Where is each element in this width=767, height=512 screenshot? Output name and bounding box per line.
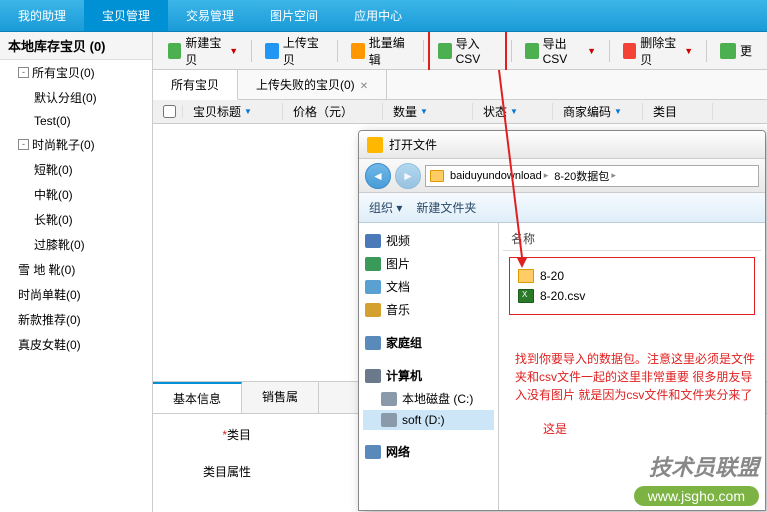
tree-item[interactable]: 短靴(0) — [0, 157, 152, 182]
tree-item[interactable]: 新款推荐(0) — [0, 307, 152, 332]
tree-item[interactable]: 长靴(0) — [0, 207, 152, 232]
col-title[interactable]: 宝贝标题▼ — [183, 103, 283, 120]
dialog-titlebar: 打开文件 — [359, 131, 765, 159]
address-bar[interactable]: baiduyundownload▸ 8-20数据包▸ — [425, 165, 759, 187]
dialog-tree-item[interactable]: 图片 — [363, 252, 494, 275]
column-headers: 宝贝标题▼ 价格（元） 数量▼ 状态▼ 商家编码▼ 类目 — [153, 100, 767, 124]
more-button[interactable]: 更 — [711, 37, 761, 64]
label-category-attr: 类目属性 — [171, 463, 251, 480]
tree-item[interactable]: 时尚单鞋(0) — [0, 282, 152, 307]
dialog-tree-item[interactable]: 家庭组 — [363, 331, 494, 354]
dialog-tree-item[interactable]: 本地磁盘 (C:) — [363, 387, 494, 410]
folder-icon — [367, 137, 383, 153]
dialog-tree-item[interactable]: 文档 — [363, 275, 494, 298]
label-category: *类目 — [171, 426, 251, 443]
toolbar: 新建宝贝▼ 上传宝贝 批量编辑 导入CSV 导出CSV▼ 删除宝贝▼ 更 — [153, 32, 767, 70]
watermark-url: www.jsgho.com — [634, 486, 759, 506]
nav-trade[interactable]: 交易管理 — [168, 0, 252, 31]
back-button[interactable]: ◄ — [365, 163, 391, 189]
tree-item[interactable]: -时尚靴子(0) — [0, 132, 152, 157]
detail-tab-basic[interactable]: 基本信息 — [153, 382, 242, 413]
folder-icon — [430, 170, 444, 182]
tree-item[interactable]: 默认分组(0) — [0, 85, 152, 110]
annotation-text-2: 这是 — [543, 420, 567, 437]
tree-item[interactable]: 雪 地 靴(0) — [0, 257, 152, 282]
tree-item[interactable]: 中靴(0) — [0, 182, 152, 207]
dialog-tree-item[interactable]: soft (D:) — [363, 410, 494, 430]
nav-assistant[interactable]: 我的助理 — [0, 0, 84, 31]
select-all-checkbox[interactable] — [163, 105, 176, 118]
export-csv-button[interactable]: 导出CSV▼ — [516, 32, 605, 71]
import-csv-button[interactable]: 导入CSV — [428, 32, 508, 72]
dialog-tree-item[interactable]: 音乐 — [363, 298, 494, 321]
tab-all[interactable]: 所有宝贝 — [153, 70, 238, 100]
file-header-name[interactable]: 名称 — [503, 227, 761, 251]
detail-tab-sales[interactable]: 销售属 — [242, 382, 319, 413]
sidebar: 本地库存宝贝 (0) -所有宝贝(0)默认分组(0)Test(0)-时尚靴子(0… — [0, 32, 153, 512]
new-folder-button[interactable]: 新建文件夹 — [416, 199, 476, 216]
file-highlight-box: 8-20 8-20.csv — [509, 257, 755, 315]
col-price[interactable]: 价格（元） — [283, 103, 383, 120]
forward-button[interactable]: ► — [395, 163, 421, 189]
batch-button[interactable]: 批量编辑 — [342, 32, 419, 73]
dialog-tree-item[interactable]: 计算机 — [363, 364, 494, 387]
top-nav: 我的助理 宝贝管理 交易管理 图片空间 应用中心 — [0, 0, 767, 32]
close-icon[interactable]: ✕ — [360, 81, 368, 92]
tree-item[interactable]: 真皮女鞋(0) — [0, 332, 152, 357]
nav-image[interactable]: 图片空间 — [252, 0, 336, 31]
col-code[interactable]: 商家编码▼ — [553, 103, 643, 120]
file-item-csv[interactable]: 8-20.csv — [518, 286, 746, 306]
watermark: 技术员联盟 — [649, 450, 759, 482]
organize-button[interactable]: 组织 ▾ — [369, 199, 402, 216]
csv-icon — [518, 289, 534, 303]
tree-item[interactable]: -所有宝贝(0) — [0, 60, 152, 85]
file-item-folder[interactable]: 8-20 — [518, 266, 746, 286]
nav-product[interactable]: 宝贝管理 — [84, 0, 168, 31]
dialog-tree-item[interactable]: 视频 — [363, 229, 494, 252]
dialog-title: 打开文件 — [389, 136, 437, 153]
sidebar-title: 本地库存宝贝 (0) — [0, 32, 152, 60]
dialog-tree: 视频图片文档音乐家庭组计算机本地磁盘 (C:)soft (D:) 网络 — [359, 223, 499, 510]
col-cat[interactable]: 类目 — [643, 103, 713, 120]
upload-button[interactable]: 上传宝贝 — [256, 32, 333, 73]
annotation-arrowhead — [517, 258, 527, 268]
col-qty[interactable]: 数量▼ — [383, 103, 473, 120]
delete-button[interactable]: 删除宝贝▼ — [614, 32, 702, 73]
nav-apps[interactable]: 应用中心 — [336, 0, 420, 31]
dialog-tree-item[interactable]: 网络 — [363, 440, 494, 463]
annotation-text: 找到你要导入的数据包。注意这里必须是文件夹和csv文件一起的这里非常重要 很多朋… — [515, 350, 755, 404]
folder-icon — [518, 269, 534, 283]
tab-failed[interactable]: 上传失败的宝贝(0)✕ — [238, 70, 387, 99]
content-tabs: 所有宝贝 上传失败的宝贝(0)✕ — [153, 70, 767, 100]
col-status[interactable]: 状态▼ — [473, 103, 553, 120]
tree-item[interactable]: Test(0) — [0, 110, 152, 132]
tree-item[interactable]: 过膝靴(0) — [0, 232, 152, 257]
new-button[interactable]: 新建宝贝▼ — [159, 32, 247, 73]
